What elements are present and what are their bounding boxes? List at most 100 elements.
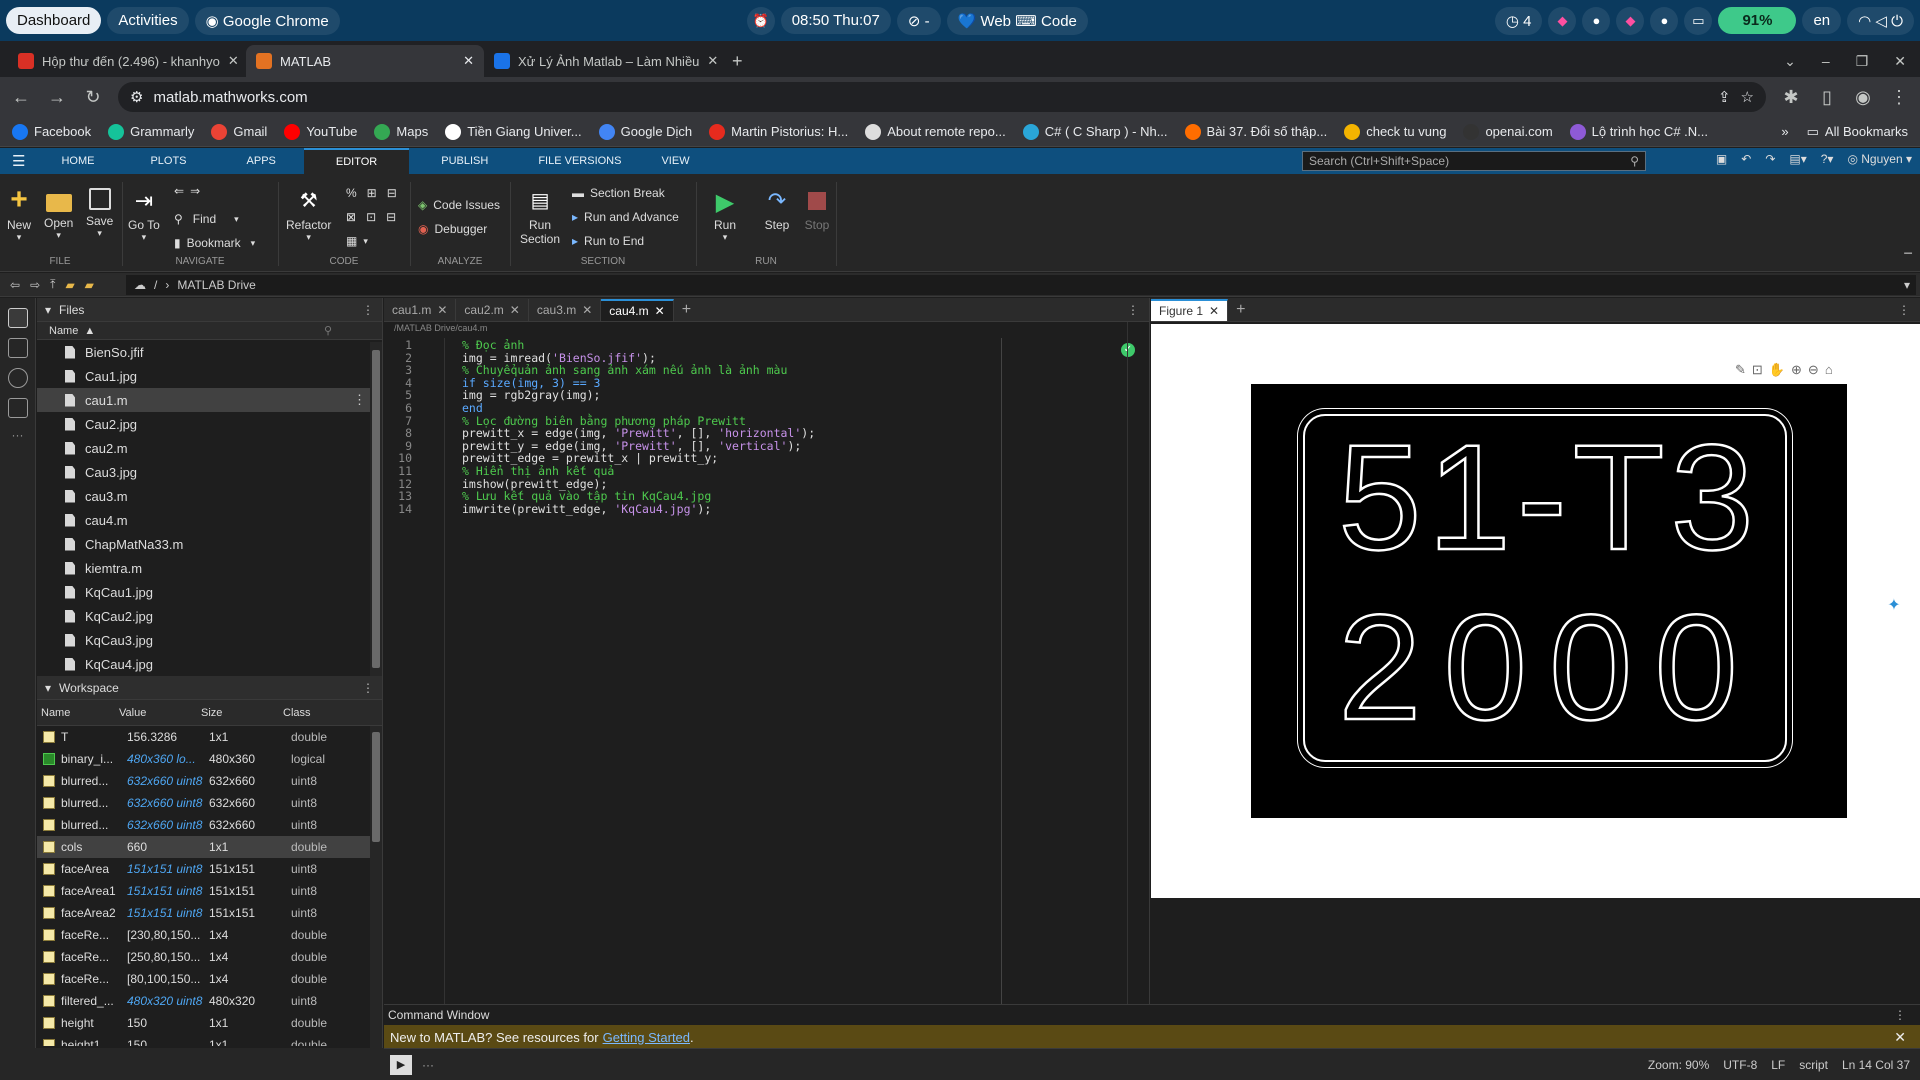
- tab-plots[interactable]: PLOTS: [118, 148, 218, 174]
- back-icon[interactable]: ⇦: [10, 278, 20, 292]
- workspace-row[interactable]: blurred... 632x660 uint8 632x660 uint8: [37, 770, 382, 792]
- workspace-row[interactable]: faceArea1 151x151 uint8 151x151 uint8: [37, 880, 382, 902]
- file-type[interactable]: script: [1799, 1058, 1828, 1072]
- tab-apps[interactable]: APPS: [219, 148, 304, 174]
- back-arrow-icon[interactable]: ⇐: [174, 184, 184, 198]
- find-button[interactable]: ⚲ Find ▾: [174, 212, 239, 226]
- more-icon[interactable]: ···: [422, 1058, 434, 1072]
- collapse-icon[interactable]: ▾: [45, 303, 51, 317]
- matlab-search-input[interactable]: Search (Ctrl+Shift+Space) ⚲: [1302, 151, 1646, 171]
- up-folder-icon[interactable]: ⤒: [50, 277, 55, 292]
- save-button[interactable]: Save ▾: [86, 188, 113, 239]
- datatip-icon[interactable]: ⊡: [1752, 362, 1763, 378]
- workspace-row[interactable]: faceArea2 151x151 uint8 151x151 uint8: [37, 902, 382, 924]
- new-button[interactable]: + New ▾: [6, 185, 32, 243]
- system-menu[interactable]: ◠ ◁ ⏻: [1847, 6, 1915, 35]
- zoom-out-icon[interactable]: ⊖: [1808, 362, 1819, 378]
- workspace-row[interactable]: height1 150 1x1 double: [37, 1034, 382, 1046]
- command-prompt-icon[interactable]: ▶: [390, 1054, 412, 1075]
- getting-started-link[interactable]: Getting Started: [603, 1030, 690, 1045]
- chevron-down-icon[interactable]: ▾: [1904, 278, 1910, 292]
- bookmark-item[interactable]: Lộ trình học C# .N...: [1569, 123, 1708, 140]
- bookmark-item[interactable]: YouTube: [284, 123, 357, 140]
- tab-view[interactable]: VIEW: [639, 148, 711, 174]
- editor-tab-cau3[interactable]: cau3.m ✕: [529, 299, 602, 321]
- bookmark-item[interactable]: Bài 37. Đổi số thập...: [1184, 123, 1327, 140]
- file-list-item[interactable]: BienSo.jfif: [37, 340, 382, 364]
- editor-tab-cau2[interactable]: cau2.m ✕: [456, 299, 529, 321]
- code-tools-row-2[interactable]: ⊠ ⊡ ⊟: [346, 210, 396, 224]
- smart-indent-icon[interactable]: ⊡: [366, 210, 376, 224]
- bookmark-item[interactable]: Facebook: [12, 123, 91, 140]
- pan-icon[interactable]: ✋: [1769, 362, 1785, 378]
- zoom-level[interactable]: Zoom: 90%: [1648, 1058, 1709, 1072]
- activities-button[interactable]: Activities: [107, 7, 189, 34]
- workspace-row[interactable]: faceRe... [250,80,150... 1x4 double: [37, 946, 382, 968]
- battery-icon[interactable]: ▭: [1684, 6, 1713, 35]
- bookmark-button[interactable]: ▮ Bookmark ▾: [174, 236, 255, 250]
- close-icon[interactable]: ✕: [228, 53, 239, 69]
- new-editor-tab-button[interactable]: +: [674, 299, 699, 321]
- redo-icon[interactable]: ↷: [1765, 152, 1775, 166]
- collapse-icon[interactable]: ▾: [45, 681, 51, 695]
- outdent-icon[interactable]: ⊟: [386, 210, 396, 224]
- line-ending[interactable]: LF: [1771, 1058, 1785, 1072]
- close-icon[interactable]: ✕: [1209, 304, 1219, 318]
- user-menu[interactable]: ◎ Nguyen ▾: [1847, 152, 1912, 166]
- url-bar[interactable]: ⚙ matlab.mathworks.com ⇪ ☆: [118, 82, 1766, 112]
- forward-icon[interactable]: ⇨: [30, 278, 40, 292]
- file-list-item[interactable]: Cau2.jpg: [37, 412, 382, 436]
- dashboard-button[interactable]: Dashboard: [6, 7, 102, 34]
- figure-tab[interactable]: Figure 1 ✕: [1151, 299, 1229, 321]
- browser-tab-matlab[interactable]: MATLAB ✕: [246, 45, 484, 77]
- col-value[interactable]: Value: [119, 707, 201, 719]
- tab-file-versions[interactable]: FILE VERSIONS: [520, 148, 639, 174]
- bookmark-item[interactable]: C# ( C Sharp ) - Nh...: [1022, 123, 1168, 140]
- battery-level[interactable]: 91%: [1718, 7, 1797, 34]
- bookmark-item[interactable]: Maps: [374, 123, 428, 140]
- home-icon[interactable]: ⌂: [1825, 362, 1833, 378]
- search-files-icon[interactable]: [8, 368, 28, 388]
- clock[interactable]: 08:50 Thu:07: [780, 7, 891, 34]
- panel-menu-icon[interactable]: ⋮: [362, 681, 374, 695]
- workspace-row[interactable]: blurred... 632x660 uint8 632x660 uint8: [37, 792, 382, 814]
- editor-tab-cau1[interactable]: cau1.m ✕: [384, 299, 457, 321]
- bookmark-item[interactable]: Gmail: [211, 123, 267, 140]
- workspace-row[interactable]: faceArea 151x151 uint8 151x151 uint8: [37, 858, 382, 880]
- alarm-icon[interactable]: ⏰: [746, 6, 775, 35]
- row-menu-icon[interactable]: ⋮: [353, 392, 366, 408]
- workspace-panel-icon[interactable]: [8, 338, 28, 358]
- run-button[interactable]: ▶ Run ▾: [712, 188, 738, 243]
- back-icon[interactable]: ←: [10, 87, 32, 108]
- open-button[interactable]: Open ▾: [44, 188, 73, 241]
- language-indicator[interactable]: en: [1802, 7, 1842, 34]
- indent-icon[interactable]: ⊟: [387, 186, 397, 200]
- file-list-item[interactable]: Cau3.jpg: [37, 460, 382, 484]
- file-list-item[interactable]: KqCau4.jpg: [37, 652, 382, 672]
- workspace-row[interactable]: height 150 1x1 double: [37, 1012, 382, 1034]
- col-class[interactable]: Class: [283, 707, 311, 719]
- workspace-row[interactable]: filtered_... 480x320 uint8 480x320 uint8: [37, 990, 382, 1012]
- step-button[interactable]: ↷ Step: [764, 188, 790, 232]
- col-name[interactable]: Name: [37, 707, 119, 719]
- tab-editor[interactable]: EDITOR: [303, 148, 410, 174]
- panel-menu-icon[interactable]: ⋮: [1894, 1008, 1906, 1022]
- wrap-icon[interactable]: ⊞: [367, 186, 377, 200]
- browser-tab-xu-ly-anh[interactable]: Xử Lý Ảnh Matlab – Làm Nhiều ✕: [484, 45, 722, 77]
- close-icon[interactable]: ✕: [655, 304, 665, 318]
- file-list-item[interactable]: KqCau2.jpg: [37, 604, 382, 628]
- code-issues-button[interactable]: ◈ Code Issues: [418, 198, 500, 212]
- comment-icon[interactable]: %: [346, 186, 357, 200]
- file-list-item[interactable]: ChapMatNa33.m: [37, 532, 382, 556]
- help-icon[interactable]: ?▾: [1821, 152, 1834, 166]
- tab-publish[interactable]: PUBLISH: [409, 148, 520, 174]
- close-window-icon[interactable]: ✕: [1894, 53, 1906, 70]
- bookmark-item[interactable]: check tu vung: [1344, 123, 1446, 140]
- run-advance-button[interactable]: ▸ Run and Advance: [572, 210, 679, 224]
- goto-button[interactable]: ⇥ Go To ▾: [128, 188, 160, 243]
- file-list-item[interactable]: Cau1.jpg: [37, 364, 382, 388]
- workspace-row[interactable]: blurred... 632x660 uint8 632x660 uint8: [37, 814, 382, 836]
- profile-avatar[interactable]: ◉: [1852, 87, 1874, 108]
- hamburger-icon[interactable]: ☰: [0, 148, 37, 174]
- editor-menu-icon[interactable]: ⋮: [1127, 303, 1139, 317]
